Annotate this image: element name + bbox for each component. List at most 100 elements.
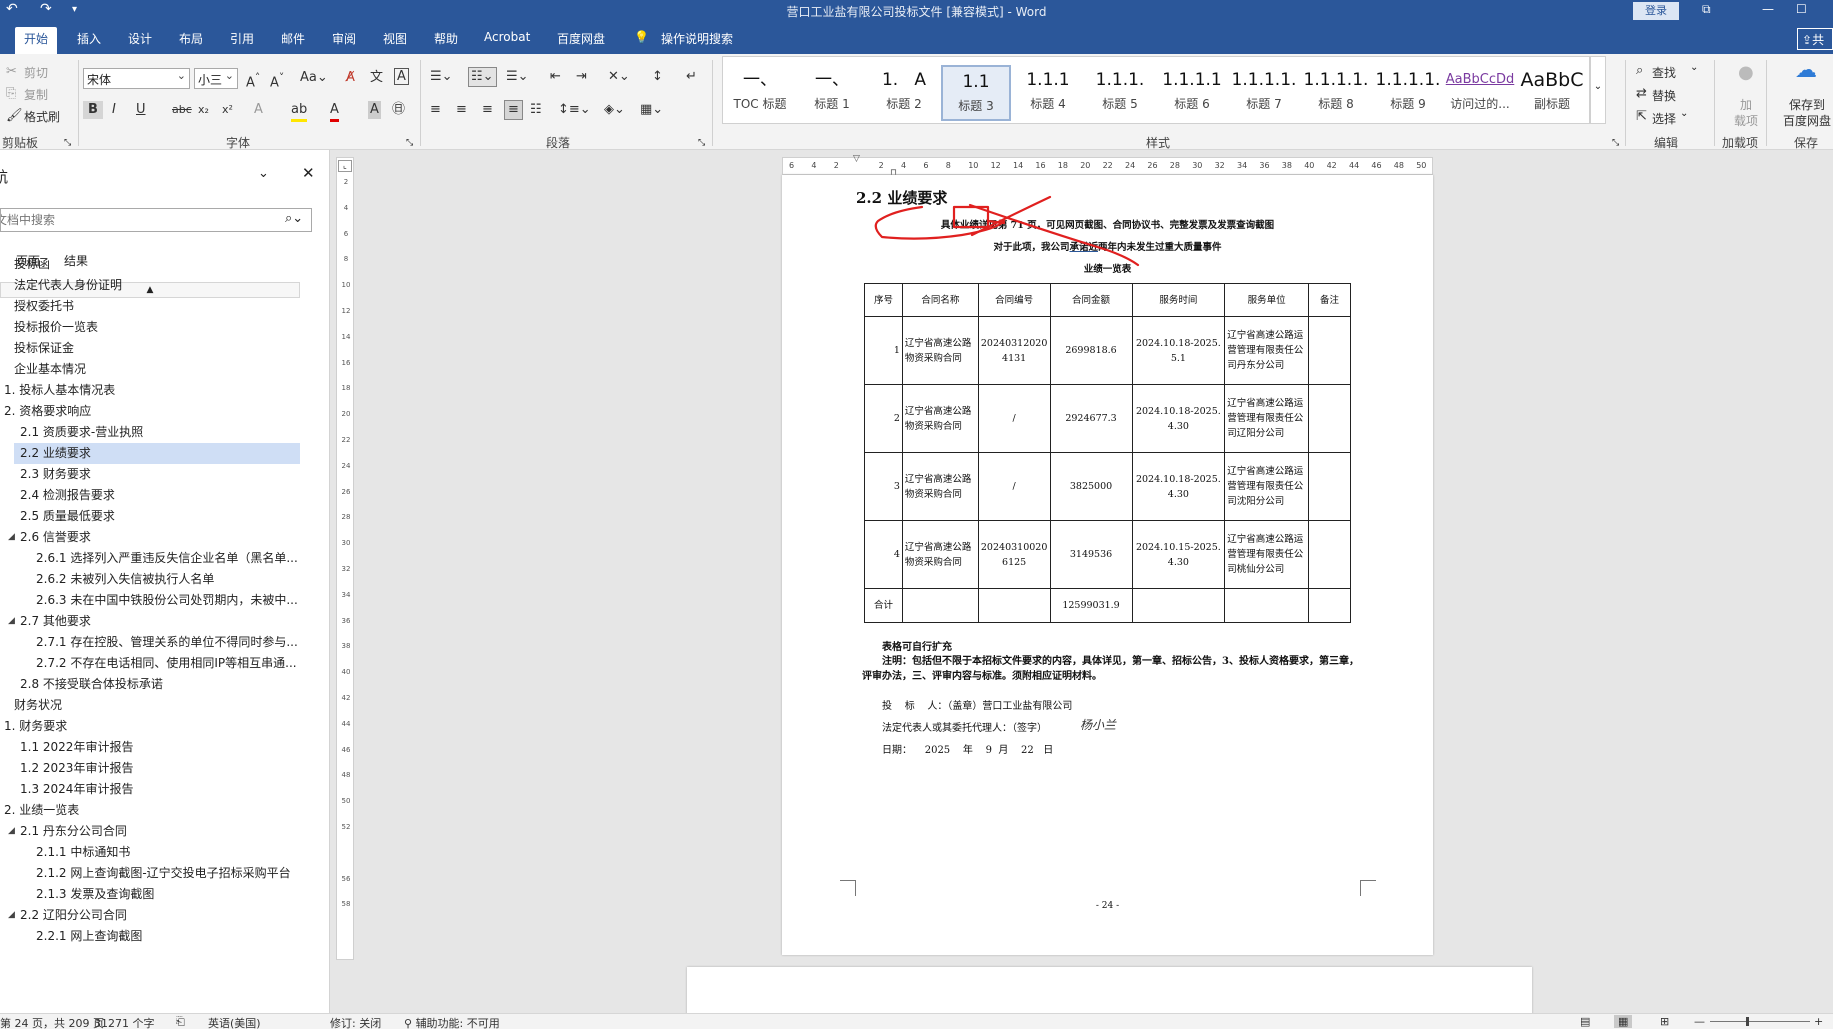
indent-marker-icon[interactable]: ▽ [853,154,860,164]
line-spacing-icon[interactable]: ↕≡⌄ [558,101,591,119]
style-heading-2[interactable]: 1. A 标题 2 [869,65,939,121]
shading-icon[interactable]: ◈⌄ [604,101,625,119]
zoom-out-icon[interactable]: — [1694,1015,1705,1028]
underline-icon[interactable]: U [136,101,146,119]
expand-triangle-icon[interactable]: ◢ [8,905,15,926]
zoom-slider-thumb[interactable] [1746,1017,1749,1026]
text-effects-icon[interactable]: A [254,101,263,119]
numbering-icon[interactable]: ☷⌄ [468,67,497,87]
style-heading-3[interactable]: 1.1 标题 3 [941,65,1011,121]
proofing-icon[interactable]: ⎗ [176,1015,185,1029]
format-painter-icon[interactable]: 🖌 [6,107,23,125]
tab-layout[interactable]: 布局 [179,30,203,47]
style-subtitle[interactable]: AaBbC 副标题 [1517,65,1587,121]
styles-more-icon[interactable]: ⌄ [1590,56,1606,124]
align-left-icon[interactable]: ≡ [430,101,441,119]
word-count[interactable]: 31271 个字 [94,1015,155,1029]
tab-acrobat[interactable]: Acrobat [484,30,530,44]
expand-triangle-icon[interactable]: ◢ [8,611,15,632]
tab-help[interactable]: 帮助 [434,30,458,47]
nav-tab-results[interactable]: 结果 [64,252,88,269]
cut-label[interactable]: 剪切 [24,64,48,81]
font-name-combo[interactable]: 宋体 [83,68,190,89]
tab-selector-icon[interactable]: ⌞ [338,160,352,172]
styles-launcher-icon[interactable]: ⤡ [1612,138,1619,148]
document-page[interactable]: 2.2 业绩要求 具体业绩详见第 71 页，可见网页截图、合同协议书、完整发票及… [782,175,1433,955]
web-layout-icon[interactable]: ⊞ [1660,1015,1669,1028]
tab-home[interactable]: 开始 [15,27,58,54]
track-changes-status[interactable]: 修订: 关闭 [330,1015,381,1029]
strikethrough-icon[interactable]: abc [172,101,192,119]
expand-triangle-icon[interactable]: ◢ [8,821,15,842]
tab-design[interactable]: 设计 [128,30,152,47]
tab-review[interactable]: 审阅 [332,30,356,47]
decrease-indent-icon[interactable]: ⇤ [550,68,561,86]
style-heading-1[interactable]: 一、 标题 1 [797,65,867,121]
bullets-icon[interactable]: ☰⌄ [430,68,453,86]
maximize-icon[interactable]: ☐ [1796,2,1807,16]
grow-font-icon[interactable]: A˄ [246,69,260,92]
style-heading-7[interactable]: 1.1.1.1. 标题 7 [1229,65,1299,121]
language-status[interactable]: 英语(美国) [208,1015,261,1029]
justify-icon[interactable]: ≡ [504,100,523,120]
paragraph-launcher-icon[interactable]: ⤡ [698,138,705,148]
nav-options-icon[interactable]: ⌄ [258,166,269,181]
login-button[interactable]: 登录 [1633,2,1679,20]
replace-icon[interactable]: ⇄ [1636,85,1647,103]
align-center-icon[interactable]: ≡ [456,101,467,119]
addins-label-2[interactable]: 载项 [1734,112,1758,129]
highlight-icon[interactable]: ab [291,101,308,122]
style-visited-link[interactable]: AaBbCcDd 访问过的... [1445,65,1515,121]
expand-triangle-icon[interactable]: ◢ [8,527,15,548]
replace-label[interactable]: 替换 [1652,87,1676,104]
font-launcher-icon[interactable]: ⤡ [406,138,413,148]
font-size-combo[interactable]: 小三 [194,68,238,89]
find-icon[interactable]: ⌕ [1636,62,1643,80]
addins-icon[interactable]: ● [1738,62,1754,83]
char-border-icon[interactable]: A [394,68,409,85]
ribbon-display-icon[interactable]: ⧉ [1702,2,1711,17]
nav-heading-item[interactable]: 2.2 业绩要求 [14,443,300,464]
next-page-preview[interactable] [687,967,1532,1017]
chinese-layout-icon[interactable]: ✕⌄ [608,68,630,86]
tab-insert[interactable]: 插入 [77,30,101,47]
nav-search-input[interactable] [1,211,271,229]
format-painter-label[interactable]: 格式刷 [24,108,60,125]
style-heading-9[interactable]: 1.1.1.1. 标题 9 [1373,65,1443,121]
enclose-char-icon[interactable]: ㊐ [392,101,405,119]
borders-icon[interactable]: ▦⌄ [640,101,663,119]
tell-me-search[interactable]: 操作说明搜索 [661,30,733,47]
nav-close-icon[interactable]: ✕ [302,164,315,182]
italic-icon[interactable]: I [112,101,116,119]
style-toc-heading[interactable]: 一、 TOC 标题 [725,65,795,121]
copy-label[interactable]: 复制 [24,86,48,103]
superscript-icon[interactable]: x² [222,101,233,119]
clipboard-launcher-icon[interactable]: ⤡ [64,138,71,148]
read-mode-icon[interactable]: ▤ [1580,1015,1590,1028]
select-label[interactable]: 选择 [1652,110,1676,127]
increase-indent-icon[interactable]: ⇥ [576,68,587,86]
style-heading-6[interactable]: 1.1.1.1 标题 6 [1157,65,1227,121]
multilevel-list-icon[interactable]: ☰⌄ [506,68,529,86]
tab-references[interactable]: 引用 [230,30,254,47]
distributed-icon[interactable]: ☷ [530,101,542,119]
minimize-icon[interactable]: — [1762,2,1774,16]
addins-label-1[interactable]: 加 [1740,96,1752,113]
shrink-font-icon[interactable]: A˅ [270,69,284,92]
style-heading-8[interactable]: 1.1.1.1. 标题 8 [1301,65,1371,121]
select-icon[interactable]: ⇱ [1636,108,1647,126]
search-icon[interactable]: ⌕⌄ [285,211,303,226]
nav-search-box[interactable]: ⌕⌄ [0,208,312,232]
phonetic-icon[interactable]: 文 [370,69,383,87]
font-color-icon[interactable]: A [330,101,339,122]
baidu-label-2[interactable]: 百度网盘 [1783,112,1831,129]
show-marks-icon[interactable]: ↵ [686,68,697,86]
tab-baidu[interactable]: 百度网盘 [557,30,605,47]
style-heading-4[interactable]: 1.1.1 标题 4 [1013,65,1083,121]
baidu-label-1[interactable]: 保存到 [1789,96,1825,113]
accessibility-status[interactable]: ⚲ 辅助功能: 不可用 [404,1015,500,1029]
zoom-in-icon[interactable]: + [1814,1015,1823,1028]
select-dropdown-icon[interactable]: ⌄ [1680,108,1688,119]
baidu-cloud-icon[interactable]: ☁ [1795,58,1817,83]
align-right-icon[interactable]: ≡ [482,101,493,119]
